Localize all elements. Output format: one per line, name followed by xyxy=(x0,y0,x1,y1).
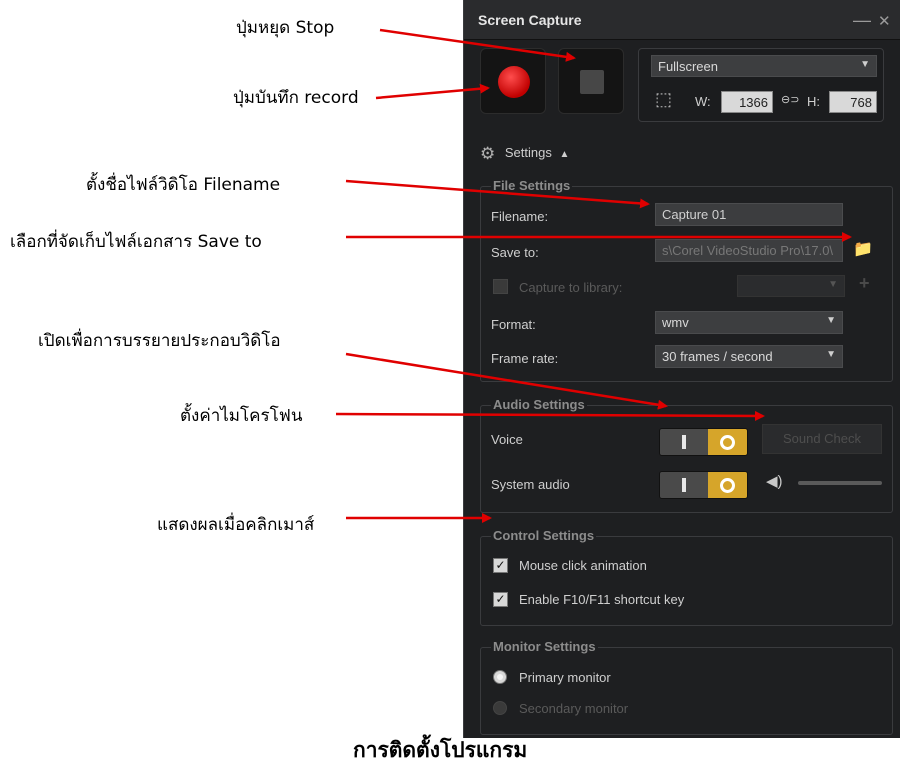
annotation-sound-check: ตั้งค่าไมโครโฟน xyxy=(180,406,303,426)
toggle-off-icon xyxy=(682,478,686,492)
sound-check-button[interactable]: Sound Check xyxy=(762,424,882,454)
annotation-filename: ตั้งชื่อไฟล์วิดิโอ Filename xyxy=(86,175,281,195)
file-settings-title: File Settings xyxy=(491,178,573,193)
secondary-monitor-radio[interactable] xyxy=(493,701,507,715)
system-audio-volume-slider[interactable] xyxy=(798,481,882,485)
capture-to-library-label: Capture to library: xyxy=(519,280,623,295)
settings-label: Settings xyxy=(504,145,552,160)
toggle-off-side xyxy=(660,472,708,498)
toggle-on-icon xyxy=(720,435,735,450)
toggle-on-side xyxy=(708,429,747,455)
chevron-down-icon: ▼ xyxy=(826,315,836,326)
close-icon[interactable]: ✕ xyxy=(878,12,891,30)
chevron-down-icon: ▼ xyxy=(828,279,838,290)
shortcut-label: Enable F10/F11 shortcut key xyxy=(519,592,685,607)
screen-capture-panel: Screen Capture — ✕ Fullscreen ▼ ⬚ W: 136… xyxy=(463,0,900,738)
format-label: Format: xyxy=(491,317,536,332)
format-dropdown[interactable]: wmv ▼ xyxy=(655,311,843,334)
save-to-input[interactable]: s\Corel VideoStudio Pro\17.0\ xyxy=(655,239,843,262)
capture-mode-value: Fullscreen xyxy=(658,59,718,74)
minimize-icon[interactable]: — xyxy=(853,10,871,31)
capture-mode-dropdown[interactable]: Fullscreen ▼ xyxy=(651,55,877,77)
capture-to-library-checkbox[interactable] xyxy=(493,279,508,294)
control-settings-title: Control Settings xyxy=(491,528,597,543)
height-input[interactable]: 768 xyxy=(829,91,877,113)
toggle-on-icon xyxy=(720,478,735,493)
toggle-on-side xyxy=(708,472,747,498)
system-audio-label: System audio xyxy=(491,477,570,492)
annotation-save-to: เลือกที่จัดเก็บไฟล์เอกสาร Save to xyxy=(10,232,262,252)
width-label: W: xyxy=(695,94,711,109)
audio-settings-title: Audio Settings xyxy=(491,397,587,412)
settings-toggle[interactable]: ⚙ Settings ▲ xyxy=(480,144,569,164)
record-button[interactable] xyxy=(480,48,546,114)
record-icon xyxy=(498,66,530,98)
monitor-settings-title: Monitor Settings xyxy=(491,639,598,654)
control-settings-group: Control Settings ✓ Mouse click animation… xyxy=(480,528,893,626)
frame-rate-dropdown[interactable]: 30 frames / second ▼ xyxy=(655,345,843,368)
annotation-record: ปุ่มบันทึก record xyxy=(233,88,359,108)
height-label: H: xyxy=(807,94,820,109)
secondary-monitor-label: Secondary monitor xyxy=(519,701,629,716)
chevron-up-icon: ▲ xyxy=(559,149,570,160)
primary-monitor-radio[interactable] xyxy=(493,670,507,684)
toggle-off-side xyxy=(660,429,708,455)
folder-icon[interactable]: 📁 xyxy=(853,239,873,259)
audio-settings-group: Audio Settings Voice System audio xyxy=(480,397,893,513)
filename-input[interactable]: Capture 01 xyxy=(655,203,843,226)
shortcut-checkbox[interactable]: ✓ xyxy=(493,592,508,607)
mouse-click-checkbox[interactable]: ✓ xyxy=(493,558,508,573)
page-caption: การติดตั้งโปรแกรม xyxy=(353,738,528,762)
monitor-settings-group: Monitor Settings Primary monitor Seconda… xyxy=(480,639,893,735)
library-dropdown[interactable]: ▼ xyxy=(737,275,845,297)
frame-rate-value: 30 frames / second xyxy=(662,349,773,364)
frame-rate-label: Frame rate: xyxy=(491,351,559,366)
speaker-icon: ◀) xyxy=(766,473,783,490)
filename-label: Filename: xyxy=(491,209,549,224)
title-bar: Screen Capture — ✕ xyxy=(464,0,900,40)
annotation-voice: เปิดเพื่อการบรรยายประกอบวิดิโอ xyxy=(38,331,281,351)
mouse-click-label: Mouse click animation xyxy=(519,558,647,573)
annotation-stop: ปุ่มหยุด Stop xyxy=(236,18,335,38)
primary-monitor-label: Primary monitor xyxy=(519,670,611,685)
toggle-off-icon xyxy=(682,435,686,449)
file-settings-group: File Settings Filename: Capture 01 Save … xyxy=(480,178,893,382)
voice-toggle[interactable] xyxy=(659,428,748,456)
gear-icon: ⚙ xyxy=(480,144,496,163)
annotation-mouse: แสดงผลเมื่อคลิกเมาส์ xyxy=(157,515,315,535)
capture-area-box: Fullscreen ▼ ⬚ W: 1366 ⊖⊃ H: 768 xyxy=(638,48,884,122)
voice-label: Voice xyxy=(491,432,523,447)
chevron-down-icon: ▼ xyxy=(826,349,836,360)
width-input[interactable]: 1366 xyxy=(721,91,773,113)
add-library-icon[interactable]: + xyxy=(859,273,870,294)
stop-button[interactable] xyxy=(558,48,624,114)
window-title: Screen Capture xyxy=(478,12,582,28)
chevron-down-icon: ▼ xyxy=(860,59,870,70)
system-audio-toggle[interactable] xyxy=(659,471,748,499)
link-aspect-icon[interactable]: ⊖⊃ xyxy=(781,93,799,106)
save-to-label: Save to: xyxy=(491,245,539,260)
stop-icon xyxy=(580,70,604,94)
format-value: wmv xyxy=(662,315,689,330)
region-select-icon[interactable]: ⬚ xyxy=(655,89,672,110)
